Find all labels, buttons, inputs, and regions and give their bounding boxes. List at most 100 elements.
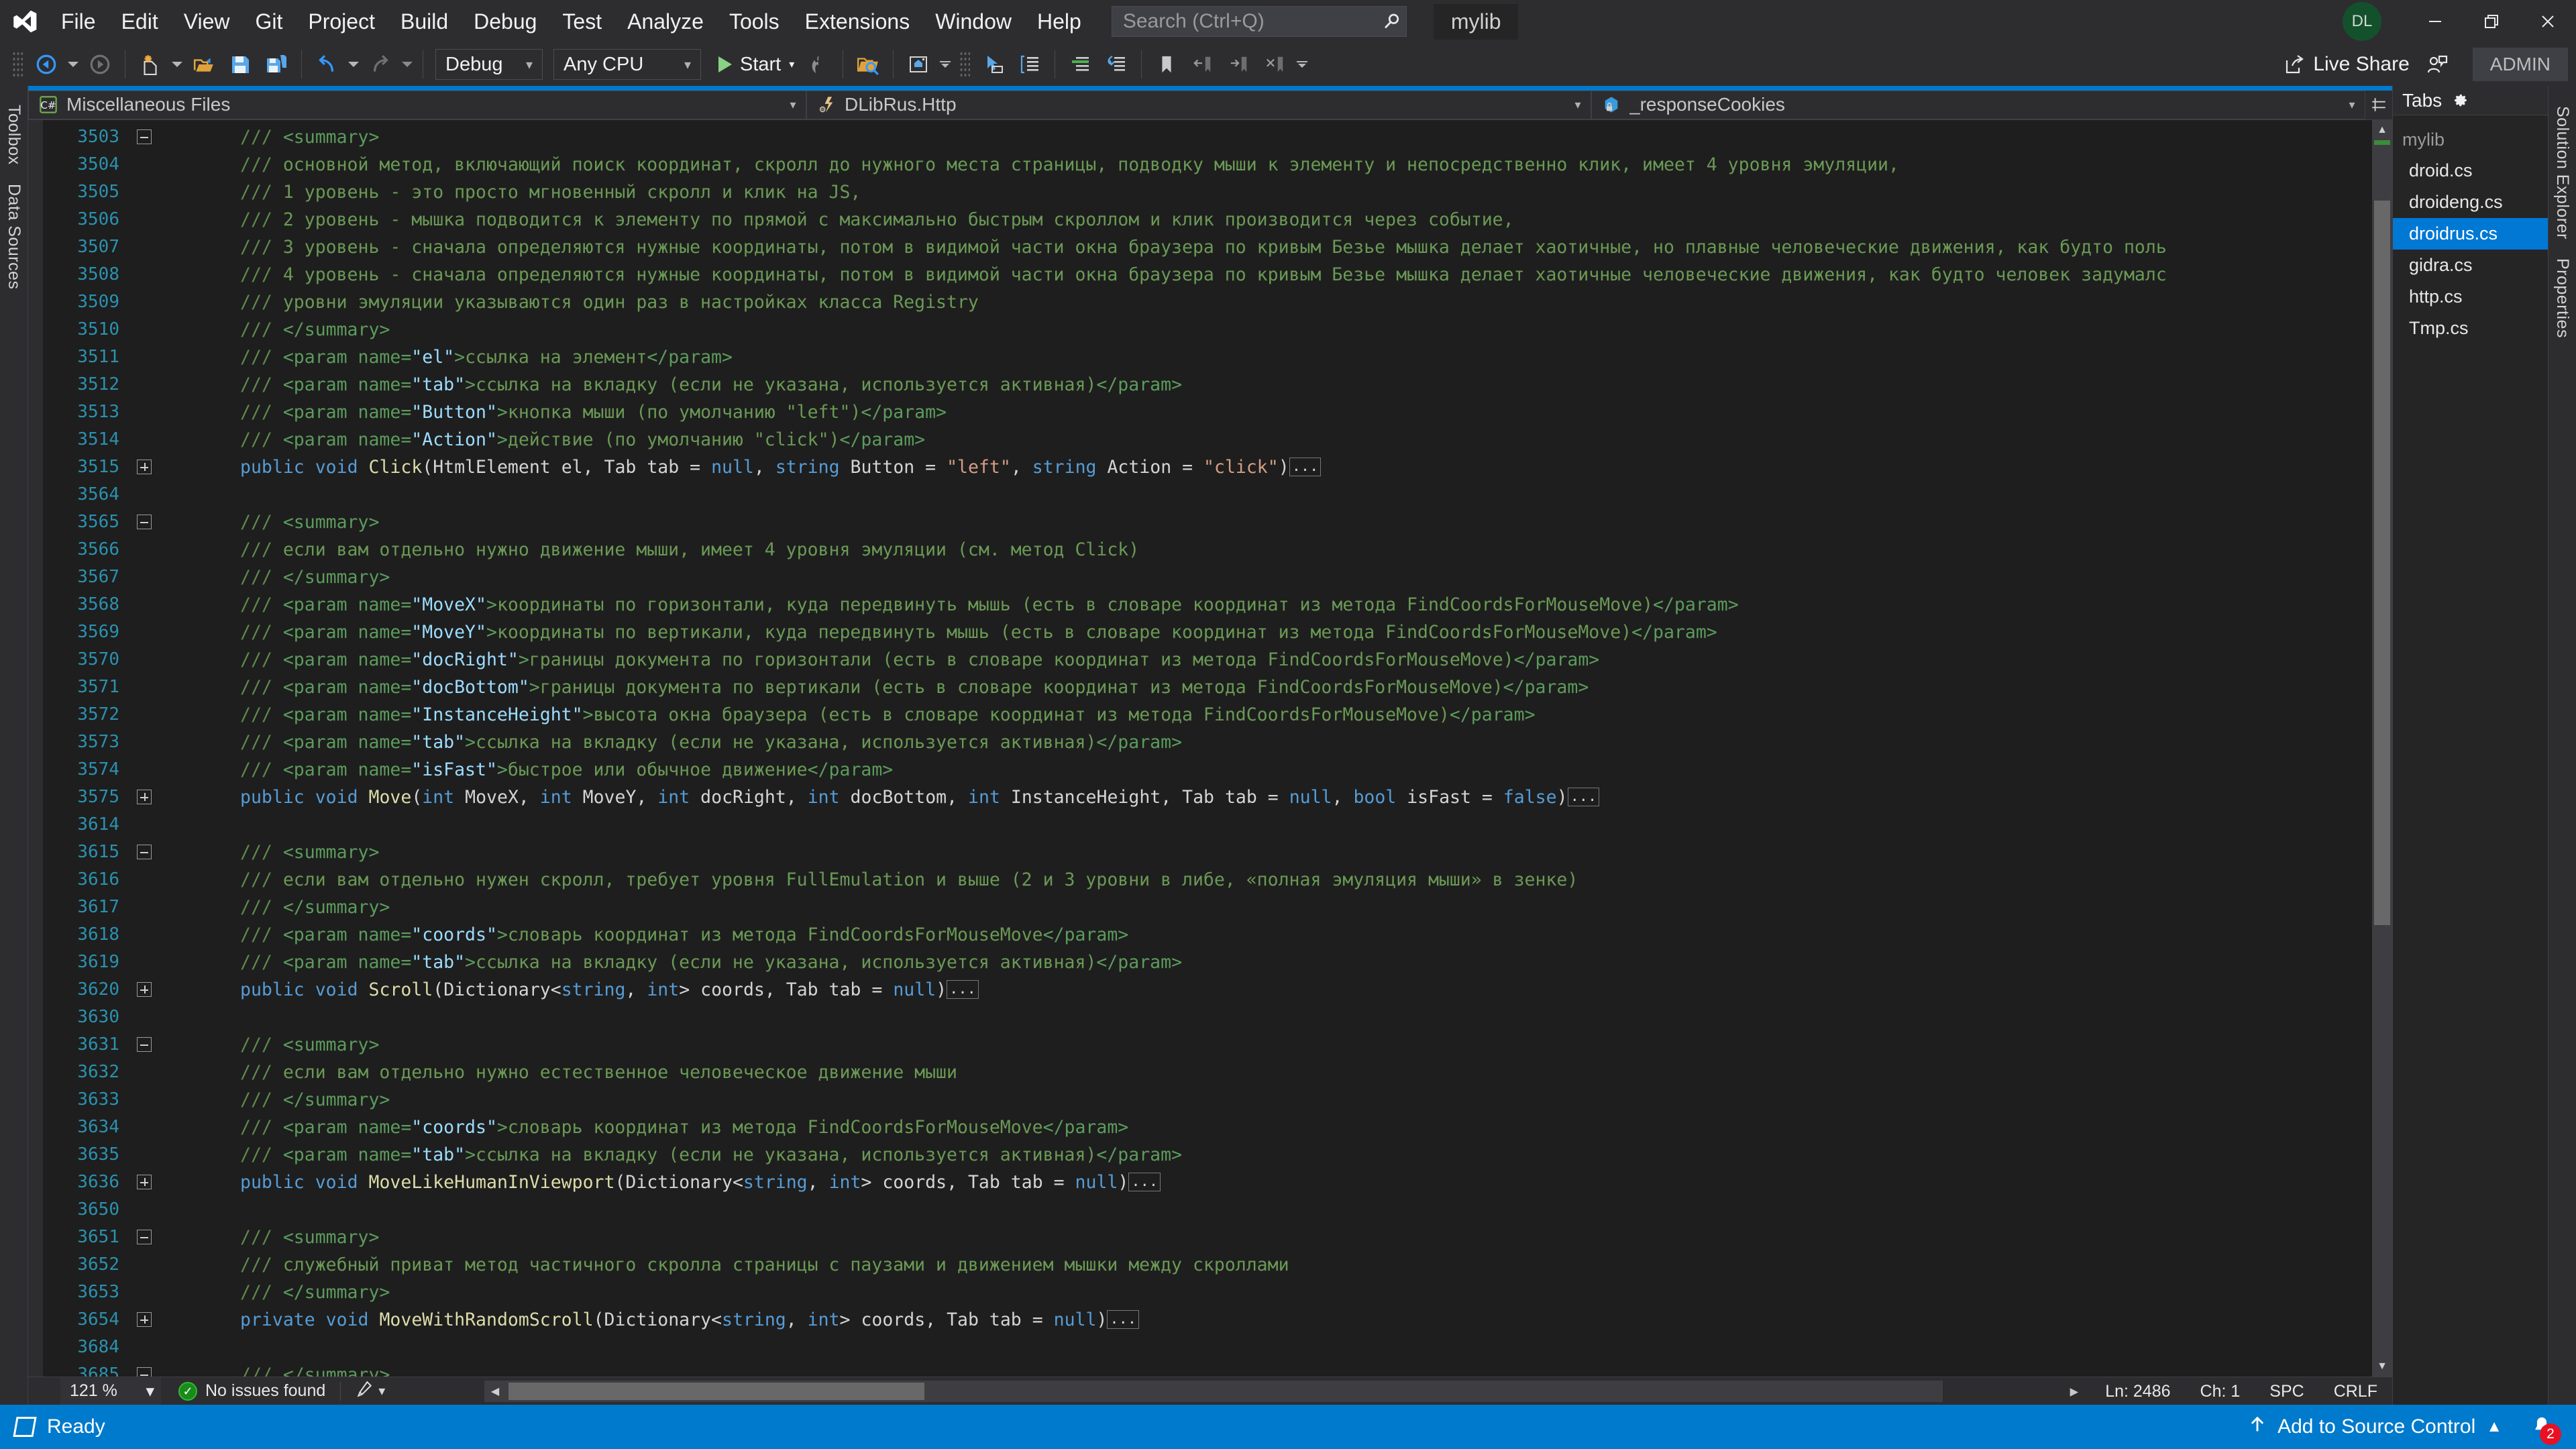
fold-expand-icon[interactable]	[129, 1175, 160, 1190]
code-line[interactable]: 3632 /// если вам отдельно нужно естестве…	[43, 1059, 2392, 1086]
menu-item-analyze[interactable]: Analyze	[614, 0, 716, 43]
code-line[interactable]: 3573 /// <param name="tab">ссылка на вкла…	[43, 729, 2392, 756]
menu-item-debug[interactable]: Debug	[461, 0, 549, 43]
horizontal-scrollbar[interactable]: ◀	[484, 1381, 1943, 1402]
code-line[interactable]: 3514 /// <param name="Action">действие (п…	[43, 426, 2392, 453]
fold-collapse-icon[interactable]	[129, 845, 160, 860]
vertical-scrollbar[interactable]: ▲ ▼	[2372, 119, 2392, 1377]
menu-item-extensions[interactable]: Extensions	[792, 0, 923, 43]
fold-expand-icon[interactable]	[129, 982, 160, 998]
code-line[interactable]: 3616 /// если вам отдельно нужен скролл, …	[43, 866, 2392, 894]
code-line[interactable]: 3615 /// <summary>	[43, 839, 2392, 866]
minimize-button[interactable]	[2407, 0, 2463, 43]
fold-collapse-icon[interactable]	[129, 1230, 160, 1245]
menu-item-build[interactable]: Build	[388, 0, 461, 43]
collapsed-block-ellipsis[interactable]: ...	[947, 979, 979, 999]
code-line[interactable]: 3653 /// </summary>	[43, 1279, 2392, 1306]
menu-item-edit[interactable]: Edit	[109, 0, 171, 43]
menu-item-project[interactable]: Project	[295, 0, 388, 43]
avatar[interactable]: DL	[2343, 2, 2381, 41]
feedback-icon[interactable]	[2420, 48, 2454, 81]
code-line[interactable]: 3634 /// <param name="coords">словарь коо…	[43, 1114, 2392, 1141]
code-line[interactable]: 3571 /// <param name="docBottom">границы …	[43, 674, 2392, 701]
rail-tab-solution-explorer[interactable]: Solution Explorer	[2551, 97, 2573, 249]
collapsed-block-ellipsis[interactable]: ...	[1289, 457, 1322, 476]
code-line[interactable]: 3564	[43, 481, 2392, 508]
preview-window-icon[interactable]	[902, 48, 935, 81]
code-line[interactable]: 3513 /// <param name="Button">кнопка мыши…	[43, 398, 2392, 426]
save-icon[interactable]	[223, 48, 257, 81]
fold-expand-icon[interactable]	[129, 790, 160, 805]
search-input[interactable]	[1122, 10, 1382, 33]
scroll-left-arrow[interactable]: ◀	[484, 1381, 506, 1402]
navbar-project-dropdown[interactable]: C# Miscellaneous Files ▾	[28, 90, 806, 119]
scroll-up-arrow[interactable]: ▲	[2372, 119, 2392, 140]
add-to-source-control-button[interactable]: Add to Source Control ▲	[2239, 1415, 2512, 1439]
issues-indicator[interactable]: ✓ No issues found	[178, 1381, 325, 1401]
fold-collapse-icon[interactable]	[129, 515, 160, 530]
eol-indicator[interactable]: CRLF	[2319, 1382, 2392, 1401]
tab-file-droid-cs[interactable]: droid.cs	[2393, 155, 2548, 186]
code-line[interactable]: 3567 /// </summary>	[43, 564, 2392, 591]
code-line[interactable]: 3515 public void Click(HtmlElement el, Ta…	[43, 453, 2392, 481]
uncomment-icon[interactable]	[1099, 48, 1133, 81]
open-file-icon[interactable]	[187, 48, 221, 81]
rail-tab-toolbox[interactable]: Toolbox	[3, 95, 25, 174]
navigate-back-icon[interactable]	[30, 48, 63, 81]
code-line[interactable]: 3574 /// <param name="isFast">быстрое или…	[43, 756, 2392, 784]
code-line[interactable]: 3636 public void MoveLikeHumanInViewport(…	[43, 1169, 2392, 1196]
code-line[interactable]: 3504 /// основной метод, включающий поиск…	[43, 151, 2392, 178]
new-item-dropdown[interactable]	[168, 48, 186, 81]
clear-bookmarks-icon[interactable]	[1258, 48, 1292, 81]
code-line[interactable]: 3635 /// <param name="tab">ссылка на вкла…	[43, 1141, 2392, 1169]
code-line[interactable]: 3506 /// 2 уровень - мышка подводится к э…	[43, 206, 2392, 233]
gear-icon[interactable]	[2451, 90, 2469, 111]
chevron-down-icon[interactable]: ▾	[789, 58, 794, 71]
new-item-icon[interactable]	[133, 48, 167, 81]
restore-button[interactable]	[2463, 0, 2520, 43]
code-line[interactable]: 3569 /// <param name="MoveY">координаты п…	[43, 619, 2392, 646]
preview-window-dropdown[interactable]	[936, 48, 954, 81]
split-view-icon[interactable]	[2365, 90, 2392, 119]
code-line[interactable]: 3572 /// <param name="InstanceHeight">выс…	[43, 701, 2392, 729]
collapsed-block-ellipsis[interactable]: ...	[1128, 1172, 1161, 1191]
code-line[interactable]: 3566 /// если вам отдельно нужно движение…	[43, 536, 2392, 564]
live-share-button[interactable]: Live Share	[2274, 47, 2418, 82]
outline-icon[interactable]	[1013, 48, 1046, 81]
code-line[interactable]: 3620 public void Scroll(Dictionary<string…	[43, 976, 2392, 1004]
find-in-files-icon[interactable]	[851, 48, 885, 81]
code-line[interactable]: 3509 /// уровни эмуляции указываются один…	[43, 288, 2392, 316]
tab-file-gidra-cs[interactable]: gidra.cs	[2393, 250, 2548, 281]
search-box[interactable]	[1111, 6, 1407, 37]
tab-file-droideng-cs[interactable]: droideng.cs	[2393, 186, 2548, 218]
scroll-right-arrow[interactable]: ▸	[2058, 1381, 2091, 1401]
menu-item-git[interactable]: Git	[242, 0, 295, 43]
code-line[interactable]: 3507 /// 3 уровень - сначала определяются…	[43, 233, 2392, 261]
menu-item-tools[interactable]: Tools	[716, 0, 792, 43]
code-scroll-region[interactable]: 3503 /// <summary> 3504 /// основной метод,…	[43, 119, 2392, 1377]
code-line[interactable]: 3568 /// <param name="MoveX">координаты п…	[43, 591, 2392, 619]
collapsed-block-ellipsis[interactable]: ...	[1107, 1309, 1140, 1329]
code-line[interactable]: 3618 /// <param name="coords">словарь коо…	[43, 921, 2392, 949]
code-line[interactable]: 3631 /// <summary>	[43, 1031, 2392, 1059]
code-line[interactable]: 3684	[43, 1334, 2392, 1361]
bookmark-icon[interactable]	[1150, 48, 1183, 81]
notification-bell-icon[interactable]: 2	[2524, 1409, 2561, 1445]
code-line[interactable]: 3619 /// <param name="tab">ссылка на вкла…	[43, 949, 2392, 976]
tab-file-droidrus-cs[interactable]: droidrus.cs	[2393, 218, 2548, 250]
code-line[interactable]: 3511 /// <param name="el">ссылка на элеме…	[43, 343, 2392, 371]
solution-platform-combo[interactable]: Any CPU ▾	[553, 49, 701, 80]
code-line[interactable]: 3633 /// </summary>	[43, 1086, 2392, 1114]
menu-item-help[interactable]: Help	[1024, 0, 1094, 43]
code-line[interactable]: 3575 public void Move(int MoveX, int Move…	[43, 784, 2392, 811]
code-editor[interactable]: 3503 /// <summary> 3504 /// основной метод,…	[28, 119, 2392, 1377]
fold-expand-icon[interactable]	[129, 1312, 160, 1328]
code-line[interactable]: 3617 /// </summary>	[43, 894, 2392, 921]
tab-file-http-cs[interactable]: http.cs	[2393, 281, 2548, 313]
menu-item-view[interactable]: View	[171, 0, 243, 43]
navbar-type-dropdown[interactable]: DLibRus.Http ▾	[806, 90, 1591, 119]
code-line[interactable]: 3651 /// <summary>	[43, 1224, 2392, 1251]
redo-icon[interactable]	[364, 48, 397, 81]
code-line[interactable]: 3505 /// 1 уровень - это просто мгновенны…	[43, 178, 2392, 206]
close-button[interactable]	[2520, 0, 2576, 43]
